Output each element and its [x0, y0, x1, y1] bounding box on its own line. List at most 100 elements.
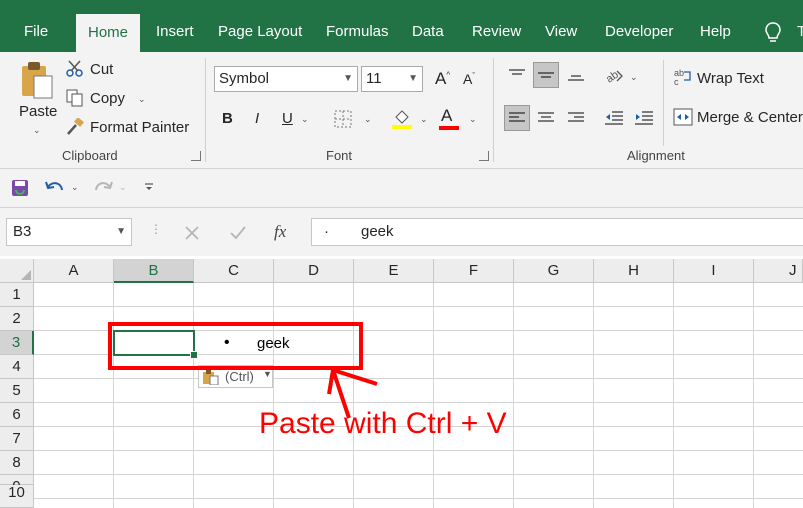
insert-function-fx-icon[interactable]: fx [274, 222, 286, 242]
formula-bar-grip-icon[interactable]: ⋮ [150, 222, 162, 236]
merge-center-icon[interactable] [673, 108, 693, 126]
name-box-dropdown-icon[interactable]: ▼ [116, 219, 126, 245]
column-header-h[interactable]: H [594, 259, 674, 283]
paste-clipboard-icon[interactable] [20, 60, 54, 100]
column-header-c[interactable]: C [194, 259, 274, 283]
svg-text:ab: ab [604, 69, 621, 83]
column-header-f[interactable]: F [434, 259, 514, 283]
format-painter-button[interactable]: Format Painter [90, 119, 189, 136]
row-header-4[interactable]: 4 [0, 355, 34, 379]
row-header-8[interactable]: 8 [0, 451, 34, 475]
row-header-2[interactable]: 2 [0, 307, 34, 331]
cell-area[interactable] [34, 283, 803, 508]
merge-center-button[interactable]: Merge & Center [697, 109, 803, 126]
tab-developer[interactable]: Developer [605, 0, 673, 52]
increase-font-size-icon[interactable]: A^ [435, 69, 450, 89]
ribbon-tab-bar: File Home Insert Page Layout Formulas Da… [0, 0, 803, 52]
row-header-1[interactable]: 1 [0, 283, 34, 307]
column-header-i[interactable]: I [674, 259, 754, 283]
tab-file[interactable]: File [24, 0, 48, 52]
tab-data[interactable]: Data [412, 0, 444, 52]
column-header-b[interactable]: B [114, 259, 194, 283]
column-header-d[interactable]: D [274, 259, 354, 283]
ribbon-home: Paste ⌄ Cut Copy ⌄ Format Painter Clipbo… [0, 52, 803, 169]
select-all-corner[interactable] [0, 259, 34, 283]
lightbulb-icon[interactable] [764, 22, 782, 44]
cancel-x-icon[interactable] [184, 225, 200, 241]
group-separator [663, 60, 664, 146]
underline-button[interactable]: U [282, 110, 293, 127]
tab-page-layout[interactable]: Page Layout [218, 0, 302, 52]
bottom-align-icon[interactable] [563, 62, 589, 88]
save-icon[interactable] [10, 178, 30, 198]
column-header-a[interactable]: A [34, 259, 114, 283]
align-left-icon[interactable] [504, 105, 530, 131]
font-color-button[interactable]: A [441, 106, 452, 126]
tab-home[interactable]: Home [76, 14, 141, 52]
clipboard-dialog-launcher[interactable] [191, 151, 201, 161]
row-header-5[interactable]: 5 [0, 379, 34, 403]
align-center-icon[interactable] [533, 105, 559, 131]
middle-align-icon[interactable] [533, 62, 559, 88]
decrease-font-size-icon[interactable]: Aˇ [463, 71, 475, 87]
font-color-dropdown-arrow[interactable]: ⌄ [469, 114, 477, 125]
top-align-icon[interactable] [504, 62, 530, 88]
bold-button[interactable]: B [222, 110, 233, 127]
paste-options-label: (Ctrl) [225, 369, 254, 384]
underline-dropdown-arrow[interactable]: ⌄ [301, 114, 309, 125]
paste-dropdown-arrow[interactable]: ⌄ [33, 125, 41, 136]
paste-button[interactable]: Paste [19, 103, 57, 120]
tab-tell-me-truncated[interactable]: T [797, 0, 803, 52]
alignment-group-label: Alignment [627, 148, 685, 163]
row-header-10[interactable]: 10 [0, 485, 34, 508]
italic-button[interactable]: I [255, 110, 259, 127]
borders-icon[interactable] [334, 110, 352, 128]
column-header-g[interactable]: G [514, 259, 594, 283]
undo-dropdown-arrow[interactable]: ⌄ [71, 182, 79, 193]
column-header-j[interactable]: J [754, 259, 803, 283]
enter-check-icon[interactable] [229, 225, 247, 241]
tab-insert[interactable]: Insert [156, 0, 194, 52]
format-painter-brush-icon[interactable] [66, 118, 84, 136]
font-size-dropdown-icon[interactable]: ▼ [408, 67, 418, 91]
font-dialog-launcher[interactable] [479, 151, 489, 161]
align-right-icon[interactable] [563, 105, 589, 131]
font-color-swatch [439, 126, 459, 130]
worksheet-grid: A B C D E F G H I J 1 2 3 4 5 6 7 8 9 10 [0, 259, 803, 508]
column-header-e[interactable]: E [354, 259, 434, 283]
copy-icon[interactable] [66, 89, 84, 107]
copy-button[interactable]: Copy [90, 90, 125, 107]
formula-content: geek [361, 223, 394, 240]
font-name-value: Symbol [219, 70, 270, 87]
paste-options-clipboard-icon [203, 370, 219, 385]
row-header-3[interactable]: 3 [0, 331, 34, 355]
orientation-dropdown-arrow[interactable]: ⌄ [630, 72, 638, 83]
borders-dropdown-arrow[interactable]: ⌄ [364, 114, 372, 125]
group-separator [493, 58, 494, 162]
copy-dropdown-arrow[interactable]: ⌄ [138, 94, 146, 105]
name-box[interactable]: B3 ▼ [6, 218, 132, 246]
font-size-combo[interactable]: 11 ▼ [361, 66, 423, 92]
increase-indent-icon[interactable] [631, 105, 657, 131]
row-header-6[interactable]: 6 [0, 403, 34, 427]
undo-icon[interactable] [44, 178, 66, 198]
tab-formulas[interactable]: Formulas [326, 0, 389, 52]
scissors-icon[interactable] [66, 60, 84, 78]
fill-color-dropdown-arrow[interactable]: ⌄ [420, 114, 428, 125]
formula-input[interactable]: · geek [311, 218, 803, 246]
cut-button[interactable]: Cut [90, 61, 113, 78]
tab-view[interactable]: View [545, 0, 577, 52]
customize-qat-icon[interactable] [144, 182, 154, 192]
wrap-text-button[interactable]: Wrap Text [697, 70, 764, 87]
tab-review[interactable]: Review [472, 0, 521, 52]
fill-color-bucket-icon[interactable] [391, 108, 413, 130]
decrease-indent-icon[interactable] [601, 105, 627, 131]
row-header-7[interactable]: 7 [0, 427, 34, 451]
font-name-dropdown-icon[interactable]: ▼ [343, 67, 353, 91]
tab-help[interactable]: Help [700, 0, 731, 52]
wrap-text-icon[interactable]: ab c [673, 68, 693, 86]
font-name-combo[interactable]: Symbol ▼ [214, 66, 358, 92]
orientation-icon[interactable]: ab [601, 62, 627, 88]
formula-bullet-char: · [324, 223, 329, 240]
quick-access-toolbar: ⌄ ⌄ [0, 169, 803, 208]
